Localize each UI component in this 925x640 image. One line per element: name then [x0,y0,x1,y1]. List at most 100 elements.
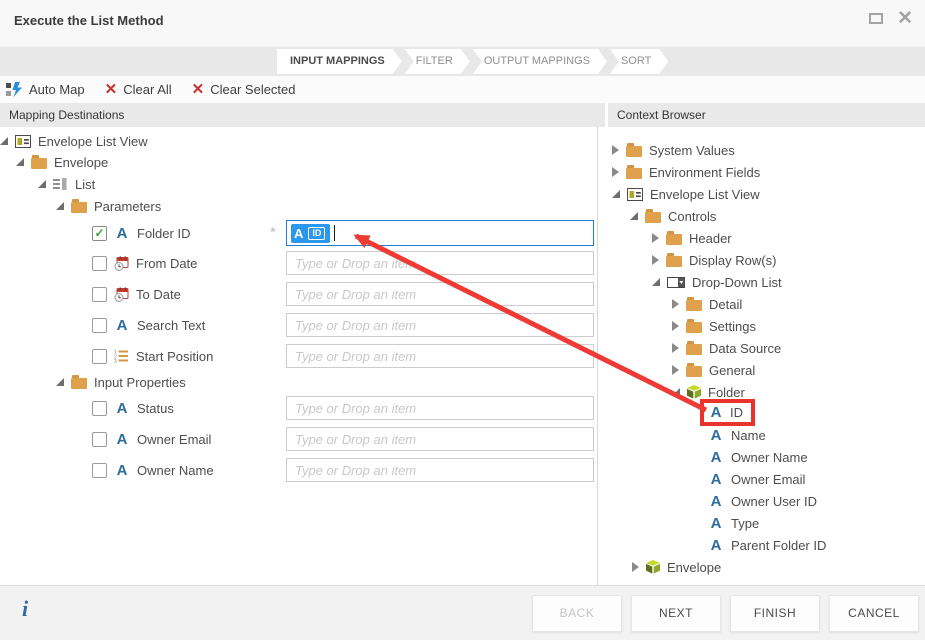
expand-icon[interactable] [0,137,8,145]
owner-email-input[interactable] [286,427,594,451]
text-type-icon: A [708,449,724,466]
checkbox-search-text[interactable] [92,318,107,333]
folder-icon [686,322,702,333]
expand-icon[interactable] [16,158,24,166]
collapse-icon[interactable] [652,233,659,243]
to-date-input[interactable] [286,282,594,306]
collapse-icon[interactable] [672,299,679,309]
expand-icon[interactable] [612,190,620,198]
param-row-start-position: 123 Start Position [0,344,605,368]
expand-icon[interactable] [56,202,64,210]
collapse-icon[interactable] [672,321,679,331]
collapse-icon[interactable] [672,365,679,375]
checkbox-to-date[interactable] [92,287,107,302]
context-item-owner-email[interactable]: A Owner Email [708,469,805,489]
svg-text:3: 3 [114,359,117,363]
context-item-environment-fields[interactable]: Environment Fields [612,162,760,182]
collapse-icon[interactable] [612,167,619,177]
context-item-name[interactable]: A Name [708,425,766,445]
context-item-header[interactable]: Header [652,228,732,248]
checkbox-status[interactable] [92,401,107,416]
context-item-data-source[interactable]: Data Source [672,338,781,358]
context-item-envelope-list-view[interactable]: Envelope List View [612,184,760,204]
mapping-item-envelope[interactable]: Envelope [16,152,108,172]
context-item-settings[interactable]: Settings [672,316,756,336]
text-type-icon: A [114,462,130,479]
context-item-detail[interactable]: Detail [672,294,742,314]
object-cube-icon [646,560,660,574]
context-item-id-highlighted[interactable]: A ID [700,399,755,426]
auto-map-button[interactable]: Auto Map [6,82,85,97]
context-item-owner-name[interactable]: A Owner Name [708,447,808,467]
context-item-controls[interactable]: Controls [630,206,716,226]
text-type-icon: A [708,471,724,488]
expand-icon[interactable] [672,388,680,396]
checkbox-owner-email[interactable] [92,432,107,447]
tree-label: Folder [708,385,745,400]
param-row-search-text: A Search Text [0,313,605,337]
checkbox-folder-id[interactable]: ✓ [92,226,107,241]
text-type-icon: A [708,515,724,532]
param-label: Start Position [136,349,213,364]
expand-icon[interactable] [38,180,46,188]
cancel-button[interactable]: CANCEL [829,595,919,632]
dialog-footer: i BACK NEXT FINISH CANCEL [0,585,925,640]
collapse-icon[interactable] [652,255,659,265]
clear-selected-button[interactable]: ✕ Clear Selected [192,82,296,97]
next-button[interactable]: NEXT [631,595,721,632]
checkbox-from-date[interactable] [92,256,107,271]
expand-icon[interactable] [630,212,638,220]
context-item-general[interactable]: General [672,360,755,380]
checkbox-start-position[interactable] [92,349,107,364]
status-input[interactable] [286,396,594,420]
start-position-input[interactable] [286,344,594,368]
chip-label: ID [308,227,325,240]
context-item-system-values[interactable]: System Values [612,140,735,160]
tree-label: General [709,363,755,378]
context-item-drop-down-list[interactable]: Drop-Down List [652,272,782,292]
collapse-icon[interactable] [672,343,679,353]
tree-label: ID [730,405,743,420]
tab-filter[interactable]: FILTER [405,49,470,74]
param-row-to-date: To Date [0,282,605,306]
tree-label: Envelope [54,155,108,170]
context-item-display-rows[interactable]: Display Row(s) [652,250,776,270]
finish-button[interactable]: FINISH [730,595,820,632]
list-method-icon [53,177,68,191]
search-text-input[interactable] [286,313,594,337]
maximize-icon[interactable] [869,13,883,24]
close-icon[interactable]: ✕ [897,11,913,26]
mapping-item-parameters[interactable]: Parameters [56,196,161,216]
mapping-item-input-properties[interactable]: Input Properties [56,372,186,392]
context-item-parent-folder-id[interactable]: A Parent Folder ID [708,535,826,555]
context-item-type[interactable]: A Type [708,513,759,533]
mapping-item-envelope-list-view[interactable]: Envelope List View [0,131,148,151]
text-type-icon: A [114,225,130,242]
checkbox-owner-name[interactable] [92,463,107,478]
tab-output-mappings[interactable]: OUTPUT MAPPINGS [473,49,607,74]
from-date-input[interactable] [286,251,594,275]
clear-all-button[interactable]: ✕ Clear All [105,82,172,97]
expand-icon[interactable] [56,378,64,386]
context-item-envelope[interactable]: Envelope [632,557,721,577]
info-icon[interactable]: i [22,596,28,622]
param-label: Status [137,401,174,416]
folder-icon [71,202,87,213]
expand-icon[interactable] [652,278,660,286]
tree-label: Owner User ID [731,494,817,509]
mapped-id-chip[interactable]: A ID [291,224,330,243]
tree-label: Display Row(s) [689,253,776,268]
context-item-owner-user-id[interactable]: A Owner User ID [708,491,817,511]
param-label: Folder ID [137,226,190,241]
collapse-icon[interactable] [632,562,639,572]
tree-label: Parameters [94,199,161,214]
tab-input-mappings[interactable]: INPUT MAPPINGS [277,49,402,74]
folder-icon [626,168,642,179]
owner-name-input[interactable] [286,458,594,482]
back-button[interactable]: BACK [532,595,622,632]
tree-label: Envelope [667,560,721,575]
mapping-item-list[interactable]: List [38,174,95,194]
folder-id-input[interactable]: A ID [286,220,594,246]
tab-sort[interactable]: SORT [610,49,668,74]
collapse-icon[interactable] [612,145,619,155]
